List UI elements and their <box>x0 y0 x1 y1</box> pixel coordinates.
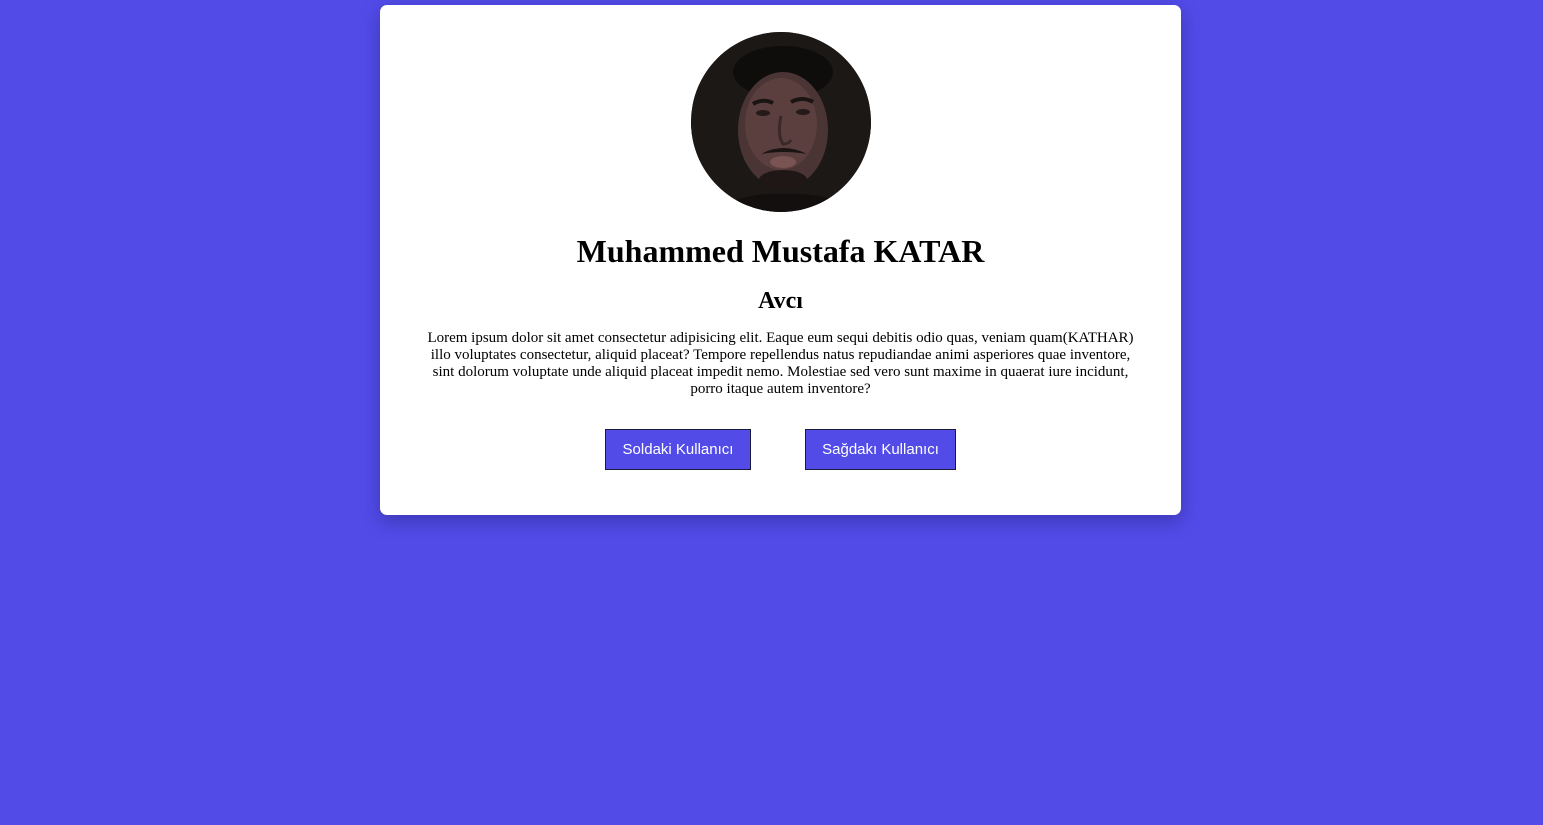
right-user-button[interactable]: Sağdakı Kullanıcı <box>805 429 956 470</box>
profile-role: Avcı <box>758 288 803 314</box>
profile-name: Muhammed Mustafa KATAR <box>576 233 985 269</box>
profile-card: Muhammed Mustafa KATAR Avcı Lorem ipsum … <box>380 5 1181 515</box>
profile-description: Lorem ipsum dolor sit amet consectetur a… <box>427 330 1134 397</box>
avatar <box>691 32 871 212</box>
left-user-button[interactable]: Soldaki Kullanıcı <box>605 429 751 470</box>
profile-photo-icon <box>691 32 871 212</box>
